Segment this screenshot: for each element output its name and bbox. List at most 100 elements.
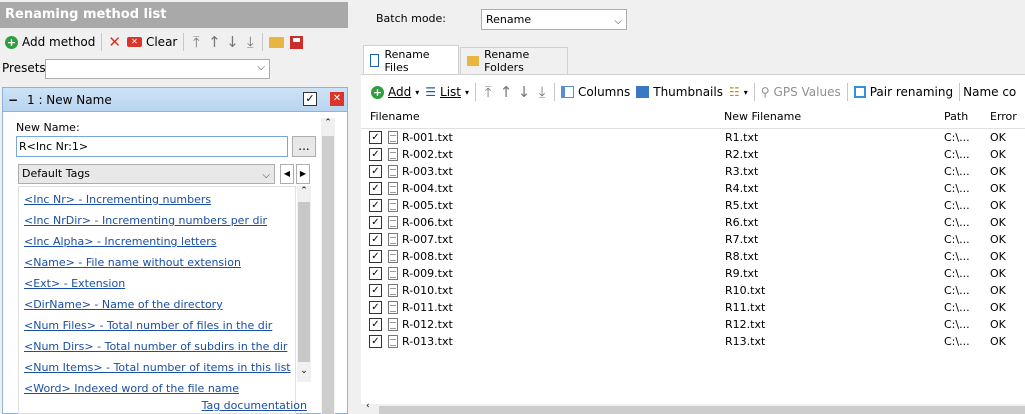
row-checkbox[interactable]: ✓	[369, 335, 382, 348]
thumbnails-button[interactable]: Thumbnails	[633, 81, 726, 103]
tag-link[interactable]: <Inc Nr> - Incrementing numbers	[24, 193, 211, 206]
name-column-label[interactable]: Name co	[963, 85, 1016, 99]
tag-item[interactable]: <Num Files> - Total number of files in t…	[19, 315, 295, 336]
row-checkbox[interactable]: ✓	[369, 318, 382, 331]
plus-icon: +	[371, 85, 384, 99]
move-up-icon[interactable]: ↑	[497, 83, 515, 101]
move-up-icon[interactable]: ↑	[205, 33, 223, 51]
tag-documentation-link[interactable]: Tag documentation	[202, 399, 307, 412]
tag-link[interactable]: <Num Files> - Total number of files in t…	[24, 319, 272, 332]
open-folder-icon[interactable]	[269, 36, 285, 48]
table-row[interactable]: ✓ R-008.txt R8.txt C:\... OK	[361, 248, 1025, 265]
tags-next-button[interactable]: ▶	[296, 164, 310, 184]
table-row[interactable]: ✓ R-009.txt R9.txt C:\... OK	[361, 265, 1025, 282]
move-down-icon[interactable]: ↓	[515, 83, 533, 101]
collapse-icon[interactable]: −	[3, 93, 23, 107]
pair-renaming-button[interactable]: Pair renaming	[851, 81, 956, 103]
tag-item[interactable]: <Name> - File name without extension	[19, 252, 295, 273]
tag-item[interactable]: <Word> Indexed word of the file name	[19, 378, 295, 399]
scroll-up-icon[interactable]: ⌃	[321, 118, 335, 128]
add-method-button[interactable]: + Add method	[2, 31, 98, 53]
row-checkbox[interactable]: ✓	[369, 199, 382, 212]
tag-link[interactable]: <Ext> - Extension	[24, 277, 125, 290]
horizontal-scrollbar[interactable]: ‹	[361, 401, 1025, 414]
table-row[interactable]: ✓ R-003.txt R3.txt C:\... OK	[361, 163, 1025, 180]
table-row[interactable]: ✓ R-004.txt R4.txt C:\... OK	[361, 180, 1025, 197]
table-row[interactable]: ✓ R-012.txt R12.txt C:\... OK	[361, 316, 1025, 333]
tab-rename-folders[interactable]: Rename Folders	[460, 47, 568, 74]
row-checkbox[interactable]: ✓	[369, 165, 382, 178]
browse-button[interactable]: ...	[292, 136, 316, 157]
toolbar-separator	[262, 33, 264, 51]
column-header-new-filename[interactable]: New Filename	[716, 106, 938, 128]
column-header-filename[interactable]: Filename	[362, 106, 720, 128]
scroll-thumb[interactable]	[379, 406, 1025, 414]
row-checkbox[interactable]: ✓	[369, 267, 382, 280]
tag-link[interactable]: <DirName> - Name of the directory	[24, 298, 223, 311]
remove-method-icon[interactable]: ✕	[330, 92, 344, 106]
tag-link[interactable]: <Num Items> - Total number of items in t…	[24, 361, 291, 374]
tag-item[interactable]: <Inc Nr> - Incrementing numbers	[19, 189, 295, 210]
add-button[interactable]: + Add ▾	[368, 81, 422, 103]
tag-list-scrollbar[interactable]: ⌃ ⌄	[297, 186, 311, 382]
method-panel-scrollbar[interactable]: ⌃	[321, 118, 335, 414]
row-checkbox[interactable]: ✓	[369, 250, 382, 263]
splitter[interactable]	[350, 0, 361, 414]
row-checkbox[interactable]: ✓	[369, 148, 382, 161]
tags-dropdown[interactable]: Default Tags ⌵	[18, 164, 275, 184]
dropdown-arrow-icon: ▾	[415, 87, 420, 97]
new-name-input[interactable]	[16, 136, 288, 157]
tag-link[interactable]: <Name> - File name without extension	[24, 256, 241, 269]
table-row[interactable]: ✓ R-010.txt R10.txt C:\... OK	[361, 282, 1025, 299]
presets-dropdown[interactable]: ⌵	[45, 59, 270, 79]
method-enabled-checkbox[interactable]: ✓	[303, 92, 317, 106]
move-bottom-icon[interactable]: ⤓	[241, 33, 259, 51]
row-checkbox[interactable]: ✓	[369, 284, 382, 297]
table-row[interactable]: ✓ R-002.txt R2.txt C:\... OK	[361, 146, 1025, 163]
tag-link[interactable]: <Word> Indexed word of the file name	[24, 382, 239, 395]
tag-link[interactable]: <Inc NrDir> - Incrementing numbers per d…	[24, 214, 267, 227]
clear-button[interactable]: ✕ Clear	[124, 31, 180, 53]
move-bottom-icon[interactable]: ⤓	[533, 83, 551, 101]
scroll-thumb[interactable]	[322, 136, 334, 414]
row-checkbox[interactable]: ✓	[369, 182, 382, 195]
columns-button[interactable]: Columns	[558, 81, 633, 103]
gps-values-button[interactable]: ⚲ GPS Values	[758, 81, 844, 103]
save-icon[interactable]	[290, 35, 304, 49]
row-checkbox[interactable]: ✓	[369, 301, 382, 314]
tag-item[interactable]: <Inc NrDir> - Incrementing numbers per d…	[19, 210, 295, 231]
scroll-down-icon[interactable]: ⌄	[297, 366, 311, 376]
tag-item[interactable]: <Ext> - Extension	[19, 273, 295, 294]
tag-link[interactable]: <Num Dirs> - Total number of subdirs in …	[24, 340, 287, 353]
delete-method-button[interactable]: ✕	[105, 31, 124, 53]
scroll-up-icon[interactable]: ⌃	[297, 186, 311, 196]
table-row[interactable]: ✓ R-005.txt R5.txt C:\... OK	[361, 197, 1025, 214]
tag-item[interactable]: <Num Dirs> - Total number of subdirs in …	[19, 336, 295, 357]
tag-item[interactable]: <Inc Alpha> - Incrementing letters	[19, 231, 295, 252]
tags-prev-button[interactable]: ◀	[280, 164, 294, 184]
row-checkbox[interactable]: ✓	[369, 216, 382, 229]
error-cell: OK	[990, 267, 1006, 280]
table-row[interactable]: ✓ R-001.txt R1.txt C:\... OK	[361, 129, 1025, 146]
move-down-icon[interactable]: ↓	[223, 33, 241, 51]
tag-item[interactable]: <Num Items> - Total number of items in t…	[19, 357, 295, 378]
table-row[interactable]: ✓ R-011.txt R11.txt C:\... OK	[361, 299, 1025, 316]
move-top-icon[interactable]: ⤒	[479, 83, 497, 101]
row-checkbox[interactable]: ✓	[369, 131, 382, 144]
view-options-button[interactable]: ☷ ▾	[726, 81, 751, 103]
tag-item[interactable]: <DirName> - Name of the directory	[19, 294, 295, 315]
column-header-path[interactable]: Path	[936, 106, 984, 128]
method-header[interactable]: − 1 : New Name ✓ ✕	[3, 88, 347, 112]
batch-mode-dropdown[interactable]: Rename ⌵	[481, 9, 627, 30]
column-header-error[interactable]: Error	[982, 106, 1025, 128]
row-checkbox[interactable]: ✓	[369, 233, 382, 246]
table-row[interactable]: ✓ R-006.txt R6.txt C:\... OK	[361, 214, 1025, 231]
scroll-thumb[interactable]	[298, 202, 310, 362]
table-row[interactable]: ✓ R-007.txt R7.txt C:\... OK	[361, 231, 1025, 248]
table-row[interactable]: ✓ R-013.txt R13.txt C:\... OK	[361, 333, 1025, 350]
tag-link[interactable]: <Inc Alpha> - Incrementing letters	[24, 235, 217, 248]
move-top-icon[interactable]: ⤒	[187, 33, 205, 51]
list-button[interactable]: ☰ List ▾	[422, 81, 472, 103]
scroll-left-icon[interactable]: ‹	[366, 401, 370, 411]
tab-rename-files[interactable]: Rename Files	[363, 45, 459, 75]
